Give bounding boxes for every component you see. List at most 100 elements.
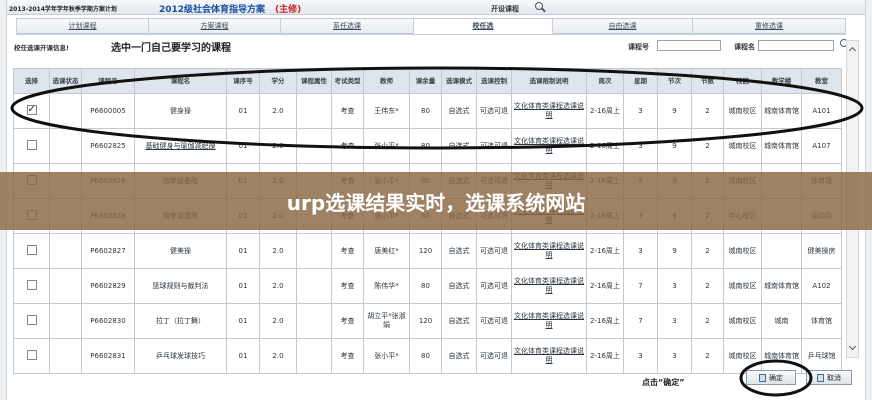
cell-text: 唐美红* <box>374 246 399 255</box>
cell-campus: 城南校区 <box>723 268 762 304</box>
table-row[interactable]: P6602831 乒乓球发球技巧 01 2.0 考查 张小平* 80 自选式 可选可退 文化体育类… <box>13 338 842 374</box>
cell-text: 健身操 <box>170 106 191 115</box>
tab-free-electives[interactable]: 自由选课 <box>553 18 693 34</box>
cell-teacher: 胡立平*张淑娟 <box>363 303 410 339</box>
cell-text: 城南体育馆 <box>764 106 799 115</box>
cell-select <box>13 128 50 164</box>
cell-text: 2 <box>705 246 710 255</box>
cell-remain: 80 <box>409 338 442 374</box>
course-type-tabs: 计划课程 方案课程 系任选课 校任选 自由选课 重修选课 <box>16 18 846 34</box>
cell-text: 可选可退 <box>480 281 508 290</box>
cancel-button[interactable]: 取消 <box>806 370 852 385</box>
select-checkbox[interactable] <box>26 139 37 150</box>
cell-remain: 120 <box>409 303 442 339</box>
cell-room: 体育馆 <box>801 303 842 339</box>
cell-text: 拉丁（拉丁舞） <box>156 316 205 325</box>
restriction-link[interactable]: 文化体育类课程选课说明 <box>514 312 584 329</box>
chevron-down-icon[interactable] <box>848 344 857 353</box>
cell-room: 健美操房 <box>801 233 842 269</box>
cell-select <box>13 233 50 269</box>
cell-building: 城南体育馆 <box>761 268 802 304</box>
cell-text: 80 <box>421 281 430 290</box>
cell-period: 3 <box>657 338 692 374</box>
cell-text: 2-16周上 <box>590 246 620 255</box>
cell-teacher: 张小平* <box>363 128 410 164</box>
cell-campus: 城南校区 <box>723 303 762 339</box>
cell-note: 文化体育类课程选课说明 <box>511 128 587 164</box>
table-row[interactable]: P6600005 健身操 01 2.0 考查 王伟东* 80 自选式 可选可退文化体育类课程选课… <box>13 93 842 129</box>
restriction-link[interactable]: 文化体育类课程选课说明 <box>514 277 584 294</box>
cell-credit: 2.0 <box>259 128 297 164</box>
column-header-count: 节数 <box>691 68 724 94</box>
select-checkbox[interactable] <box>26 349 37 360</box>
tab-program-courses[interactable]: 方案课程 <box>149 18 281 34</box>
cell-text: P6602829 <box>90 281 126 290</box>
cell-mode: 自选式 <box>441 233 477 269</box>
cell-text: 2.0 <box>272 351 284 360</box>
select-checkbox[interactable] <box>26 104 37 116</box>
course-code-input[interactable] <box>657 40 721 51</box>
column-header-mode: 选课模式 <box>441 68 477 94</box>
cell-text: 01 <box>238 281 248 290</box>
course-name-link[interactable]: 基础健身与瑜伽减肥操 <box>146 142 216 150</box>
cell-text: A102 <box>812 281 831 290</box>
cell-text: 120 <box>418 316 433 325</box>
search-icon[interactable] <box>534 1 546 13</box>
cell-exam: 考查 <box>331 233 364 269</box>
cell-text: 01 <box>238 141 248 150</box>
cell-text: 城南校区 <box>728 246 757 255</box>
table-row[interactable]: P6602825 基础健身与瑜伽减肥操 01 2.0 考查 张小平* 80 自选式 可选可退 文化… <box>13 128 842 164</box>
cell-teacher: 王伟东* <box>363 93 410 129</box>
cell-text: 城南校区 <box>728 141 757 150</box>
restriction-link[interactable]: 文化体育类课程选课说明 <box>514 102 584 119</box>
cell-day: 3 <box>623 128 658 164</box>
cell-text: 可选可退 <box>480 106 508 115</box>
column-header-day: 星期 <box>623 68 658 94</box>
select-checkbox[interactable] <box>26 279 37 290</box>
tab-divider <box>16 34 846 35</box>
cell-code: P6602829 <box>81 268 135 304</box>
select-checkbox[interactable] <box>26 244 37 255</box>
cell-text: 9 <box>672 106 677 115</box>
tab-retake-courses[interactable]: 重修选课 <box>693 18 846 34</box>
cell-text: 2 <box>705 281 710 290</box>
cell-name: 健美操 <box>134 233 227 269</box>
cell-text: 9 <box>672 141 677 150</box>
cell-status <box>49 233 82 269</box>
restriction-link[interactable]: 文化体育类课程选课说明 <box>514 242 584 259</box>
confirm-button[interactable]: 确定 <box>746 370 796 385</box>
restriction-link[interactable]: 文化体育类课程选课说明 <box>514 137 584 154</box>
column-header-remain: 课余量 <box>409 68 442 94</box>
cell-campus: 城南校区 <box>723 93 762 129</box>
tab-plan-courses[interactable]: 计划课程 <box>16 18 149 34</box>
confirm-button-label: 确定 <box>769 373 783 382</box>
select-checkbox[interactable] <box>26 314 37 325</box>
cell-room: A107 <box>801 128 842 164</box>
cell-select <box>13 268 50 304</box>
cell-code: P6602830 <box>81 303 135 339</box>
cell-mode: 自选式 <box>441 303 477 339</box>
tab-school-electives[interactable]: 校任选 <box>414 18 553 34</box>
course-code-label: 课程号 <box>628 43 649 51</box>
table-row[interactable]: P6602829 篮球规则与裁判法 01 2.0 考查 陈伟华* 80 自选式 可选可退 文化体育… <box>13 268 842 304</box>
cell-control: 可选可退 <box>476 303 512 339</box>
cell-control: 可选可退 <box>476 268 512 304</box>
tab-department-electives[interactable]: 系任选课 <box>281 18 414 34</box>
cell-text: 考查 <box>340 281 355 290</box>
cell-text: 01 <box>238 246 248 255</box>
cell-exam: 考查 <box>331 93 364 129</box>
course-name-input[interactable] <box>758 40 834 51</box>
cell-text: 80 <box>421 141 430 150</box>
plan-header-bar: 2013-2014学年学年秋季学期方案计划 2012级社会体育指导方案 (主修)… <box>7 0 865 15</box>
cell-teacher: 唐美红* <box>363 233 410 269</box>
restriction-link[interactable]: 文化体育类课程选课说明 <box>514 347 584 364</box>
chevron-up-icon[interactable] <box>848 45 857 54</box>
cell-text: 2 <box>705 351 710 360</box>
table-row[interactable]: P6602827 健美操 01 2.0 考查 唐美红* 120 自选式 可选可退 文化体育类课程选… <box>13 233 842 269</box>
table-row[interactable]: P6602830 拉丁（拉丁舞） 01 2.0 考查 胡立平*张淑娟 120 自选式 可选可退文… <box>13 303 842 339</box>
cell-status <box>49 303 82 339</box>
cell-building <box>761 233 802 269</box>
cell-period: 3 <box>657 303 692 339</box>
cell-status <box>49 268 82 304</box>
cell-text: 2.0 <box>272 106 284 115</box>
